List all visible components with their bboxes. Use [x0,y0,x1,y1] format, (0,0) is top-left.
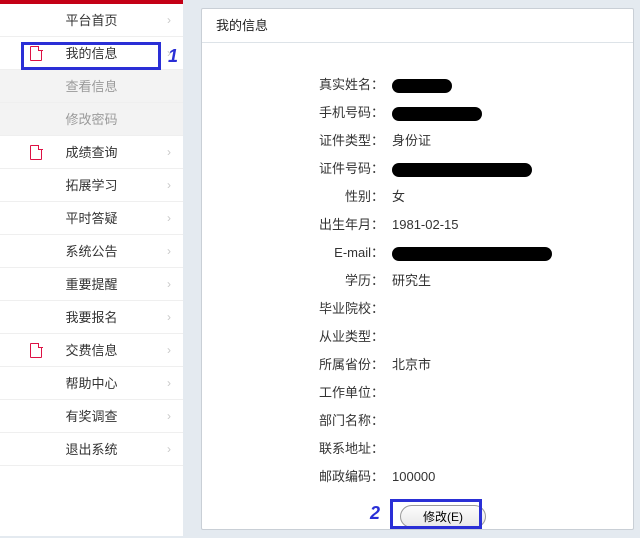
sidebar: 平台首页›我的信息›查看信息修改密码成绩查询›拓展学习›平时答疑›系统公告›重要… [0,0,183,536]
edit-button[interactable]: 修改(E) [400,505,486,528]
sidebar-item-label: 退出系统 [65,433,117,466]
redacted-value [392,107,482,121]
sidebar-item-0[interactable]: 平台首页 › [0,4,183,37]
sidebar-item-label: 成绩查询 [65,136,117,169]
field-value [392,71,623,99]
field-row: 联系地址： [212,435,623,463]
document-icon [30,46,44,60]
field-label: 部门名称： [212,407,392,435]
field-value: 女 [392,183,623,211]
chevron-right-icon: › [167,334,171,367]
chevron-right-icon: › [167,4,171,37]
field-value [392,323,623,351]
document-icon [30,145,44,159]
field-value [392,379,623,407]
sidebar-item-12[interactable]: 有奖调查 › [0,400,183,433]
sidebar-item-label: 平台首页 [65,4,117,37]
sidebar-item-5[interactable]: 拓展学习 › [0,169,183,202]
sidebar-item-label: 修改密码 [65,103,117,136]
sidebar-item-3[interactable]: 修改密码 [0,103,183,136]
field-row: 学历：研究生 [212,267,623,295]
sidebar-item-label: 拓展学习 [65,169,117,202]
page-title: 我的信息 [202,9,633,43]
chevron-right-icon: › [167,235,171,268]
sidebar-item-10[interactable]: 交费信息 › [0,334,183,367]
field-row: 手机号码： [212,99,623,127]
sidebar-item-6[interactable]: 平时答疑 › [0,202,183,235]
field-label: 性别： [212,183,392,211]
field-value [392,407,623,435]
chevron-right-icon: › [167,433,171,466]
field-row: 性别：女 [212,183,623,211]
field-row: 证件号码： [212,155,623,183]
field-value [392,435,623,463]
redacted-value [392,79,452,93]
field-value [392,155,623,183]
field-value: 100000 [392,463,623,491]
field-row: 证件类型：身份证 [212,127,623,155]
sidebar-item-4[interactable]: 成绩查询 › [0,136,183,169]
sidebar-item-label: 我要报名 [65,301,117,334]
sidebar-item-label: 查看信息 [65,70,117,103]
sidebar-item-label: 重要提醒 [65,268,117,301]
field-value [392,239,623,267]
sidebar-item-9[interactable]: 我要报名 › [0,301,183,334]
field-label: 学历： [212,267,392,295]
field-label: 证件号码： [212,155,392,183]
field-label: 手机号码： [212,99,392,127]
sidebar-item-label: 帮助中心 [65,367,117,400]
sidebar-item-label: 平时答疑 [65,202,117,235]
chevron-right-icon: › [167,136,171,169]
field-value: 身份证 [392,127,623,155]
field-value [392,295,623,323]
sidebar-item-label: 我的信息 [65,37,117,70]
sidebar-item-1[interactable]: 我的信息› [0,37,183,70]
sidebar-item-label: 交费信息 [65,334,117,367]
content-panel: 我的信息 真实姓名：手机号码：证件类型：身份证证件号码：性别：女出生年月：198… [201,8,634,530]
sidebar-item-label: 有奖调查 [65,400,117,433]
sidebar-item-label: 系统公告 [65,235,117,268]
field-value: 1981-02-15 [392,211,623,239]
document-icon [30,343,44,357]
field-label: E-mail： [212,239,392,267]
field-value: 研究生 [392,267,623,295]
field-row: 邮政编码：100000 [212,463,623,491]
chevron-right-icon: › [167,202,171,235]
info-form: 真实姓名：手机号码：证件类型：身份证证件号码：性别：女出生年月：1981-02-… [202,43,633,538]
redacted-value [392,247,552,261]
field-label: 所属省份： [212,351,392,379]
field-row: 真实姓名： [212,71,623,99]
field-label: 真实姓名： [212,71,392,99]
field-row: 部门名称： [212,407,623,435]
field-label: 从业类型： [212,323,392,351]
chevron-right-icon: › [167,268,171,301]
field-row: 所属省份：北京市 [212,351,623,379]
chevron-right-icon: › [167,367,171,400]
field-value: 北京市 [392,351,623,379]
chevron-right-icon: › [167,400,171,433]
field-label: 工作单位： [212,379,392,407]
sidebar-item-13[interactable]: 退出系统 › [0,433,183,466]
chevron-right-icon: › [167,301,171,334]
field-value [392,99,623,127]
field-row: 出生年月：1981-02-15 [212,211,623,239]
field-label: 证件类型： [212,127,392,155]
field-row: E-mail： [212,239,623,267]
field-label: 联系地址： [212,435,392,463]
redacted-value [392,163,532,177]
sidebar-item-2[interactable]: 查看信息 [0,70,183,103]
sidebar-item-7[interactable]: 系统公告 › [0,235,183,268]
sidebar-item-8[interactable]: 重要提醒 › [0,268,183,301]
field-label: 毕业院校： [212,295,392,323]
field-row: 从业类型： [212,323,623,351]
field-row: 毕业院校： [212,295,623,323]
sidebar-item-11[interactable]: 帮助中心 › [0,367,183,400]
annotation-2: 2 [370,503,380,524]
field-label: 出生年月： [212,211,392,239]
field-label: 邮政编码： [212,463,392,491]
field-row: 工作单位： [212,379,623,407]
annotation-1: 1 [168,46,178,67]
chevron-right-icon: › [167,169,171,202]
